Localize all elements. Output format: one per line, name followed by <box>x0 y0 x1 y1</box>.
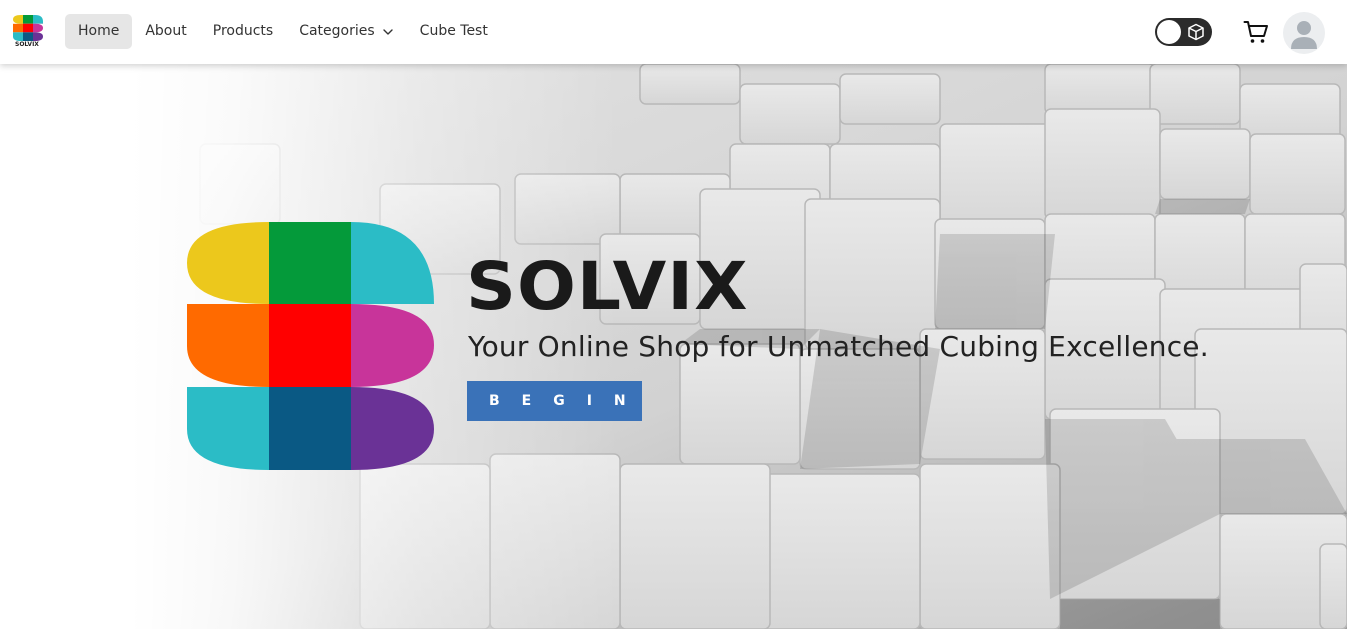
theme-toggle[interactable] <box>1155 18 1212 46</box>
hero-subtitle: Your Online Shop for Unmatched Cubing Ex… <box>468 330 1209 363</box>
main-nav: Home About Products Categories Cube Test <box>65 14 501 49</box>
nav-home[interactable]: Home <box>65 14 133 49</box>
avatar-icon <box>1291 21 1317 49</box>
nav-home-label: Home <box>78 23 120 39</box>
brand-logo[interactable]: SOLVIX <box>13 15 43 49</box>
nav-categories-dropdown[interactable]: Categories <box>286 14 406 49</box>
brand-name: SOLVIX <box>15 41 39 48</box>
nav-products[interactable]: Products <box>200 14 286 49</box>
nav-about-label: About <box>145 23 187 39</box>
user-avatar[interactable] <box>1283 12 1325 54</box>
chevron-down-icon <box>382 28 393 35</box>
nav-cube-test[interactable]: Cube Test <box>407 14 501 49</box>
brand-logo-mark <box>13 15 43 41</box>
begin-button[interactable]: BEGIN <box>467 381 642 421</box>
solvix-logo-icon <box>187 222 434 470</box>
nav-products-label: Products <box>212 23 274 39</box>
toggle-knob <box>1157 20 1181 44</box>
nav-categories-label: Categories <box>299 23 375 39</box>
hero-banner: SOLVIX Your Online Shop for Unmatched Cu… <box>0 64 1347 629</box>
nav-about[interactable]: About <box>132 14 199 49</box>
cart-icon[interactable] <box>1243 19 1269 45</box>
cube-icon <box>1188 23 1204 41</box>
top-navbar: SOLVIX Home About Products Categories Cu… <box>0 0 1347 64</box>
nav-cube-test-label: Cube Test <box>419 23 488 39</box>
hero-title: SOLVIX <box>466 248 749 325</box>
